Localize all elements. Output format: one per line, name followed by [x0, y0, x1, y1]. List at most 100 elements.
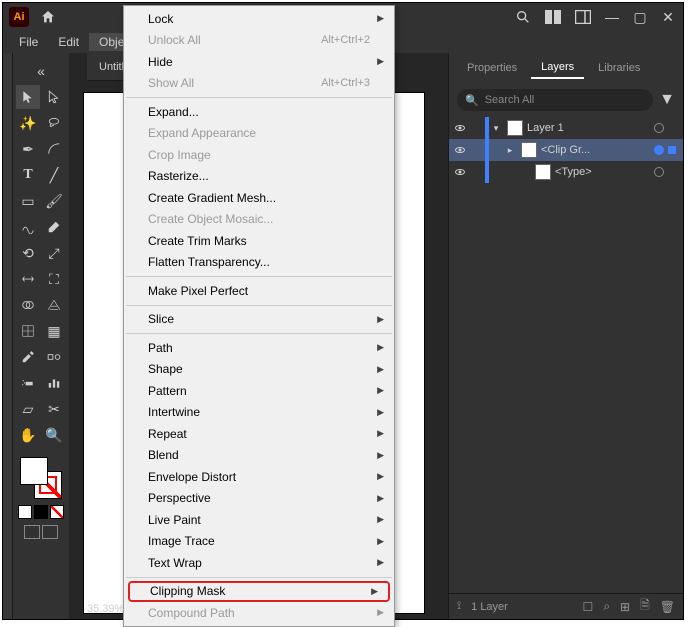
layer-row[interactable]: ▾ Layer 1	[449, 117, 683, 139]
chevron-left-icon[interactable]: «	[29, 59, 53, 83]
tab-layers[interactable]: Layers	[531, 57, 584, 79]
mesh-tool[interactable]	[16, 319, 40, 343]
layer-name[interactable]: <Type>	[555, 166, 651, 178]
lasso-tool[interactable]	[42, 111, 66, 135]
menu-item-image-trace[interactable]: Image Trace▶	[124, 531, 394, 553]
none-mode-icon[interactable]	[50, 505, 64, 519]
visibility-toggle[interactable]	[449, 166, 471, 178]
pen-tool[interactable]: ✒	[16, 137, 40, 161]
menu-item-create-gradient-mesh[interactable]: Create Gradient Mesh...	[124, 187, 394, 209]
menu-item-flatten-transparency[interactable]: Flatten Transparency...	[124, 252, 394, 274]
new-sublayer-icon[interactable]: ⊞	[620, 600, 630, 614]
menu-item-live-paint[interactable]: Live Paint▶	[124, 509, 394, 531]
menu-item-pattern[interactable]: Pattern▶	[124, 380, 394, 402]
workspace-icon[interactable]	[575, 9, 591, 25]
maximize-button[interactable]: ▢	[633, 10, 647, 24]
new-layer-icon[interactable]: 🗎	[640, 596, 650, 617]
magic-wand-tool[interactable]: ✨	[16, 111, 40, 135]
panel-footer: ⟟ 1 Layer ☐ ⌕ ⊞ 🗎 🗑	[449, 593, 683, 619]
menu-item-create-trim-marks[interactable]: Create Trim Marks	[124, 230, 394, 252]
layers-panel: Properties Layers Libraries 🔍 Search All…	[448, 53, 683, 619]
menu-item-lock[interactable]: Lock▶	[124, 8, 394, 30]
free-transform-tool[interactable]: ⛶	[42, 267, 66, 291]
arrange-icon[interactable]	[545, 9, 561, 25]
symbol-sprayer-tool[interactable]	[16, 371, 40, 395]
selection-tool[interactable]	[16, 85, 40, 109]
layer-search-input[interactable]: 🔍 Search All	[457, 89, 653, 111]
scale-tool[interactable]: ⤢	[42, 241, 66, 265]
make-clip-icon[interactable]: ⌕	[603, 599, 610, 614]
paintbrush-tool[interactable]: 🖌	[42, 189, 66, 213]
layer-list: ▾ Layer 1 ▸ <Clip Gr... <Type>	[449, 117, 683, 183]
tab-libraries[interactable]: Libraries	[588, 58, 650, 78]
menu-edit[interactable]: Edit	[48, 33, 89, 51]
chevron-right-icon: ▶	[377, 56, 384, 67]
menu-item-path[interactable]: Path▶	[124, 337, 394, 359]
draw-behind-icon[interactable]	[42, 525, 58, 539]
minimize-button[interactable]: —	[605, 10, 619, 24]
menu-item-repeat[interactable]: Repeat▶	[124, 423, 394, 445]
close-button[interactable]: ✕	[661, 10, 675, 24]
chevron-right-icon: ▶	[377, 13, 384, 24]
artboard-tool[interactable]: ▱	[16, 397, 40, 421]
shape-builder-tool[interactable]	[16, 293, 40, 317]
expand-toggle[interactable]: ▾	[489, 123, 503, 134]
visibility-toggle[interactable]	[449, 144, 471, 156]
type-tool[interactable]: T	[16, 163, 40, 187]
collect-icon[interactable]: ⟟	[457, 600, 461, 613]
expand-toggle[interactable]: ▸	[503, 145, 517, 156]
layer-name[interactable]: Layer 1	[527, 122, 651, 134]
direct-selection-tool[interactable]	[42, 85, 66, 109]
locate-icon[interactable]: ☐	[583, 600, 594, 614]
filter-icon[interactable]: ▼	[659, 91, 675, 109]
layer-row[interactable]: ▸ <Clip Gr...	[449, 139, 683, 161]
menu-item-label: Create Object Mosaic...	[148, 212, 370, 226]
menu-item-make-pixel-perfect[interactable]: Make Pixel Perfect	[124, 280, 394, 302]
gradient-tool[interactable]: ▦	[42, 319, 66, 343]
visibility-toggle[interactable]	[449, 122, 471, 134]
width-tool[interactable]	[16, 267, 40, 291]
menu-file[interactable]: File	[9, 33, 48, 51]
layer-row[interactable]: <Type>	[449, 161, 683, 183]
hand-tool[interactable]: ✋	[16, 423, 40, 447]
color-mode-icon[interactable]	[18, 505, 32, 519]
perspective-grid-tool[interactable]	[42, 293, 66, 317]
tab-properties[interactable]: Properties	[457, 58, 527, 78]
menu-item-label: Text Wrap	[148, 556, 370, 570]
menu-item-expand[interactable]: Expand...	[124, 101, 394, 123]
menu-item-envelope-distort[interactable]: Envelope Distort▶	[124, 466, 394, 488]
eraser-tool[interactable]	[42, 215, 66, 239]
layer-name[interactable]: <Clip Gr...	[541, 144, 651, 156]
rotate-tool[interactable]: ⟲	[16, 241, 40, 265]
menu-item-intertwine[interactable]: Intertwine▶	[124, 402, 394, 424]
menu-item-shape[interactable]: Shape▶	[124, 359, 394, 381]
line-tool[interactable]: ╱	[42, 163, 66, 187]
menu-item-text-wrap[interactable]: Text Wrap▶	[124, 552, 394, 574]
blend-tool[interactable]	[42, 345, 66, 369]
target-icon[interactable]	[651, 145, 667, 155]
menu-item-rasterize[interactable]: Rasterize...	[124, 166, 394, 188]
target-icon[interactable]	[651, 123, 667, 133]
fill-stroke-swatch[interactable]	[20, 457, 62, 499]
gradient-mode-icon[interactable]	[34, 505, 48, 519]
delete-layer-icon[interactable]: 🗑	[660, 600, 675, 614]
eyedropper-tool[interactable]	[16, 345, 40, 369]
chevron-right-icon: ▶	[377, 493, 384, 504]
draw-normal-icon[interactable]	[24, 525, 40, 539]
zoom-tool[interactable]: 🔍	[42, 423, 66, 447]
zoom-level[interactable]: 35.39%	[87, 603, 124, 615]
menu-item-perspective[interactable]: Perspective▶	[124, 488, 394, 510]
menu-item-slice[interactable]: Slice▶	[124, 309, 394, 331]
curvature-tool[interactable]	[42, 137, 66, 161]
slice-tool[interactable]: ✂	[42, 397, 66, 421]
fill-swatch[interactable]	[20, 457, 48, 485]
menu-item-clipping-mask[interactable]: Clipping Mask▶	[128, 581, 390, 603]
home-icon[interactable]	[39, 8, 57, 26]
rectangle-tool[interactable]: ▭	[16, 189, 40, 213]
shaper-tool[interactable]	[16, 215, 40, 239]
menu-item-hide[interactable]: Hide▶	[124, 51, 394, 73]
graph-tool[interactable]	[42, 371, 66, 395]
target-icon[interactable]	[651, 167, 667, 177]
search-icon[interactable]	[515, 9, 531, 25]
menu-item-blend[interactable]: Blend▶	[124, 445, 394, 467]
